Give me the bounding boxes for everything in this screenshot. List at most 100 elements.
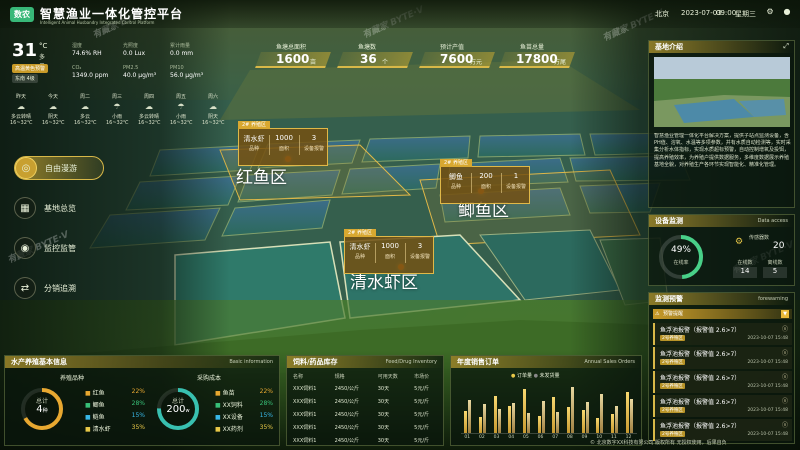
rain-icon: ☂ (113, 102, 121, 111)
weekday: 星期三 (735, 10, 756, 18)
temperature: 31 (12, 40, 38, 61)
offline-count: 5 (763, 267, 787, 278)
online-count: 14 (733, 267, 757, 278)
rainfall-measure: 累计雨量 0.0 mm (170, 43, 194, 57)
bar-orders[interactable] (464, 411, 468, 433)
cloud-icon: ☁ (209, 102, 217, 111)
alert-item[interactable]: 鱼浮池报警（报警值 2.6>7） ⓧ 2号养殖区 2023-10-07 15:48 (653, 419, 792, 441)
zone-popup[interactable]: 2# 养殖区 清水虾 品种 1000 面积 3 设备报警 (238, 121, 328, 166)
nav-traceability[interactable]: ⇄ 分销追溯 (14, 276, 104, 300)
nav-free-roam[interactable]: ◎ 自由漫游 (14, 156, 104, 180)
cost-list: ■ 鱼苗 22% ■ XX饲料 28% ■ XX设备 15% ■ XX药剂 35% (215, 388, 273, 433)
bar-orders[interactable] (611, 414, 614, 433)
species-list: ■ 红鱼 22% ■ 鲫鱼 28% ■ 鲢鱼 15% ■ 清水虾 35% (85, 388, 145, 433)
base-photo (654, 57, 790, 127)
time: 09:00 (716, 9, 737, 17)
bar-unshipped[interactable] (585, 401, 589, 433)
aquaculture-info-panel: 水产养殖基本信息 Basic information 养殖品种 总计 4种 ■ 红… (4, 355, 280, 446)
zone-popup[interactable]: 2# 养殖区 鲫鱼 品种 200 面积 1 设备报警 (440, 159, 530, 204)
x-tick-label: 07 (552, 435, 559, 440)
zone-label-red-fish[interactable]: 红鱼区 (236, 163, 287, 188)
sensor-icon: ⚙ (735, 237, 744, 247)
alerts-panel: 监测预警 forewarning ⚠ 预警提醒 ▼ 鱼浮池报警（报警值 2.6>7） ⓧ… (648, 292, 795, 444)
bar-unshipped[interactable] (468, 399, 472, 433)
bar-unshipped[interactable] (600, 394, 604, 433)
alert-item[interactable]: 鱼浮池报警（报警值 2.6>7） ⓧ 2号养殖区 2023-10-07 15:48 (653, 323, 792, 345)
bar-orders[interactable] (537, 416, 541, 433)
x-tick-label: 09 (581, 435, 588, 440)
device-monitor-panel: 设备监测 Data access 49% 在线率 ⚙ 传感器数 20 在线数 14… (648, 214, 795, 286)
bar-unshipped[interactable] (527, 413, 530, 433)
forecast-day: 周四 ☁ 多云转晴 16~32℃ (138, 94, 161, 126)
base-intro-panel: 基地介绍 ⤢ 智慧渔业管理一体化平台解决方案，提供子站点监测设备，含PH值、溶氧… (648, 40, 795, 208)
user-icon[interactable]: ● (782, 7, 792, 17)
kpi-pond-count: 鱼塘数 36 个 (337, 44, 420, 68)
panel-title: 水产养殖基本信息 Basic information (5, 356, 279, 368)
alert-item[interactable]: 鱼浮池报警（报警值 2.6>7） ⓧ 2号养殖区 2023-10-07 15:48 (653, 347, 792, 369)
app-logo: 数农 (10, 7, 34, 22)
humidity-measure: 湿度 74.6% RH (72, 43, 102, 57)
warning-icon: ⚠ (655, 311, 660, 317)
app-subtitle: Intelligent Animal Husbandry Integrated … (40, 20, 155, 25)
tab-alerts[interactable]: ⚠ 预警提醒 ▼ (653, 309, 792, 319)
camera-icon: ◉ (14, 237, 36, 259)
bar-orders[interactable] (523, 389, 526, 433)
table-row[interactable]: XXX饲料1 2450/公斤 30天 5元/斤 (291, 421, 441, 434)
close-icon: ⓧ (781, 326, 788, 333)
zone-popup[interactable]: 2# 养殖区 清水虾 品种 1000 面积 3 设备报警 (344, 229, 434, 274)
gear-icon[interactable]: ⚙ (765, 7, 775, 17)
table-row[interactable]: XXX饲料1 2450/公斤 30天 5元/斤 (291, 408, 441, 421)
filter-icon: ▼ (781, 310, 789, 318)
bar-orders[interactable] (596, 418, 600, 433)
wind-badge: 东南 4级 (12, 74, 38, 83)
forecast-day: 周三 ☂ 小雨 16~32℃ (106, 94, 129, 126)
bar-unshipped[interactable] (497, 409, 501, 433)
nav-monitoring[interactable]: ◉ 监控监管 (14, 236, 104, 260)
bar-orders[interactable] (552, 396, 556, 433)
close-icon: ⓧ (781, 398, 788, 405)
footer-text: © 北京数字XX科技有限公司 版权所有 无授权使用，后果自负 (590, 440, 727, 446)
kpi-pond-area: 鱼塘总面积 1600 亩 (255, 44, 338, 68)
rain-icon: ☂ (177, 102, 185, 111)
bar-unshipped[interactable] (556, 412, 560, 433)
bar-unshipped[interactable] (512, 402, 516, 433)
forecast-day: 周二 ☁ 多云 16~32℃ (74, 94, 97, 126)
forecast-day: 今天 ☁ 阴天 16~32℃ (42, 94, 65, 126)
nav-base-overview[interactable]: ▦ 基地总览 (14, 196, 104, 220)
species-title: 养殖品种 (60, 375, 85, 382)
table-row[interactable]: XXX饲料1 2450/公斤 30天 5元/斤 (291, 434, 441, 447)
alert-item[interactable]: 鱼浮池报警（报警值 2.6>7） ⓧ 2号养殖区 2023-10-07 15:48 (653, 395, 792, 417)
expand-icon[interactable]: ⤢ (783, 42, 789, 51)
feed-table: 名称 规格 可用天数 市场价 XXX饲料1 2450/公斤 30天 5元/斤 XXX饲料1 2… (291, 371, 441, 447)
x-tick-label: 04 (508, 435, 515, 440)
table-row[interactable]: XXX饲料1 2450/公斤 30天 5元/斤 (291, 382, 441, 395)
cost-title: 采购成本 (197, 375, 222, 382)
bar-orders[interactable] (567, 407, 570, 433)
panel-title: 监测预警 forewarning (649, 293, 794, 305)
bar-unshipped[interactable] (483, 404, 486, 433)
sensor-total-label: 传感器数 (749, 235, 770, 241)
bar-orders[interactable] (581, 410, 585, 433)
bar-unshipped[interactable] (615, 405, 618, 433)
close-icon: ⓧ (781, 374, 788, 381)
bar-orders[interactable] (479, 417, 482, 433)
bar-orders[interactable] (625, 392, 629, 433)
x-tick-label: 02 (479, 435, 485, 440)
bar-unshipped[interactable] (629, 398, 633, 433)
forecast-day: 周五 ☂ 小雨 16~32℃ (170, 94, 193, 126)
cost-total: 200w (166, 404, 190, 415)
co2-measure: CO₂ 1349.0 ppm (72, 65, 109, 79)
close-icon: ⓧ (781, 422, 788, 429)
x-tick-label: 05 (523, 435, 529, 440)
bar-unshipped[interactable] (571, 387, 574, 433)
weather-warning-badge: 高温黄色预警 (12, 64, 49, 73)
feed-inventory-panel: 饲料/药品库存 Feed/Drug Inventory 名称 规格 可用天数 市场价 X… (286, 355, 444, 446)
bar-unshipped[interactable] (541, 400, 545, 433)
base-intro-text: 智慧渔业管理一体化平台解决方案，提供子站点监测设备，含PH值、溶氧、水温等多项参… (654, 133, 791, 168)
bar-orders[interactable] (493, 395, 497, 433)
alert-item[interactable]: 鱼浮池报警（报警值 2.6>7） ⓧ 2号养殖区 2023-10-07 15:48 (653, 371, 792, 393)
bar-orders[interactable] (508, 405, 512, 433)
species-total: 4种 (36, 404, 48, 415)
table-row[interactable]: XXX饲料1 2450/公斤 30天 5元/斤 (291, 395, 441, 408)
city: 北京 (655, 10, 669, 18)
